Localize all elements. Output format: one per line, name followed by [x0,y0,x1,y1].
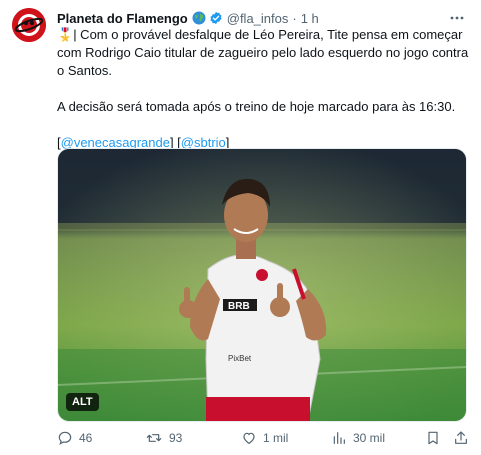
more-icon [450,16,464,20]
display-name[interactable]: Planeta do Flamengo [57,11,188,26]
bookmark-icon [428,431,438,445]
avatar[interactable] [12,8,46,42]
avatar-icon [12,8,46,42]
tweet-paragraph-2: A decisão será tomada após o treino de h… [57,99,456,114]
retweet-button[interactable]: 93 [145,430,182,446]
tweet-photo[interactable]: BRB PixBet ALT [57,148,467,422]
retweet-icon [146,434,162,442]
shirt-sponsor: BRB [228,301,250,312]
like-count: 1 mil [263,431,289,445]
tweet-paragraph-1: 🎖️| Com o provável desfalque de Léo Pere… [57,26,469,80]
tweet[interactable]: Planeta do Flamengo @fla_infos · 1 h 🎖️|… [0,0,481,455]
retweet-count: 93 [169,431,183,445]
share-button[interactable] [453,430,475,446]
more-button[interactable] [447,8,467,28]
tweet-header: Planeta do Flamengo @fla_infos · 1 h [57,9,319,27]
alt-badge[interactable]: ALT [66,393,99,411]
reply-icon [58,431,72,445]
photo-image: BRB PixBet [58,149,466,421]
tweet-text: 🎖️| Com o provável desfalque de Léo Pere… [57,26,469,152]
like-button[interactable]: 1 mil [241,430,288,446]
timestamp[interactable]: 1 h [301,11,319,26]
reply-count: 46 [79,431,93,445]
tweet-paragraph-1-text: | Com o provável desfalque de Léo Pereir… [57,27,469,78]
heart-icon [243,432,255,445]
views-button[interactable]: 30 mil [331,430,385,446]
tweet-actions: 46 93 1 mil 30 mil [57,428,469,448]
views-icon [333,432,345,444]
views-count: 30 mil [353,431,386,445]
reply-button[interactable]: 46 [57,430,92,446]
handle[interactable]: @fla_infos [227,11,289,26]
medal-emoji: 🎖️ [57,27,74,42]
share-icon [455,431,467,444]
verified-badge-icon [209,11,223,25]
separator: · [292,10,297,26]
shirt-sponsor-2: PixBet [228,354,252,363]
bookmark-button[interactable] [425,430,447,446]
globe-icon [192,11,206,25]
